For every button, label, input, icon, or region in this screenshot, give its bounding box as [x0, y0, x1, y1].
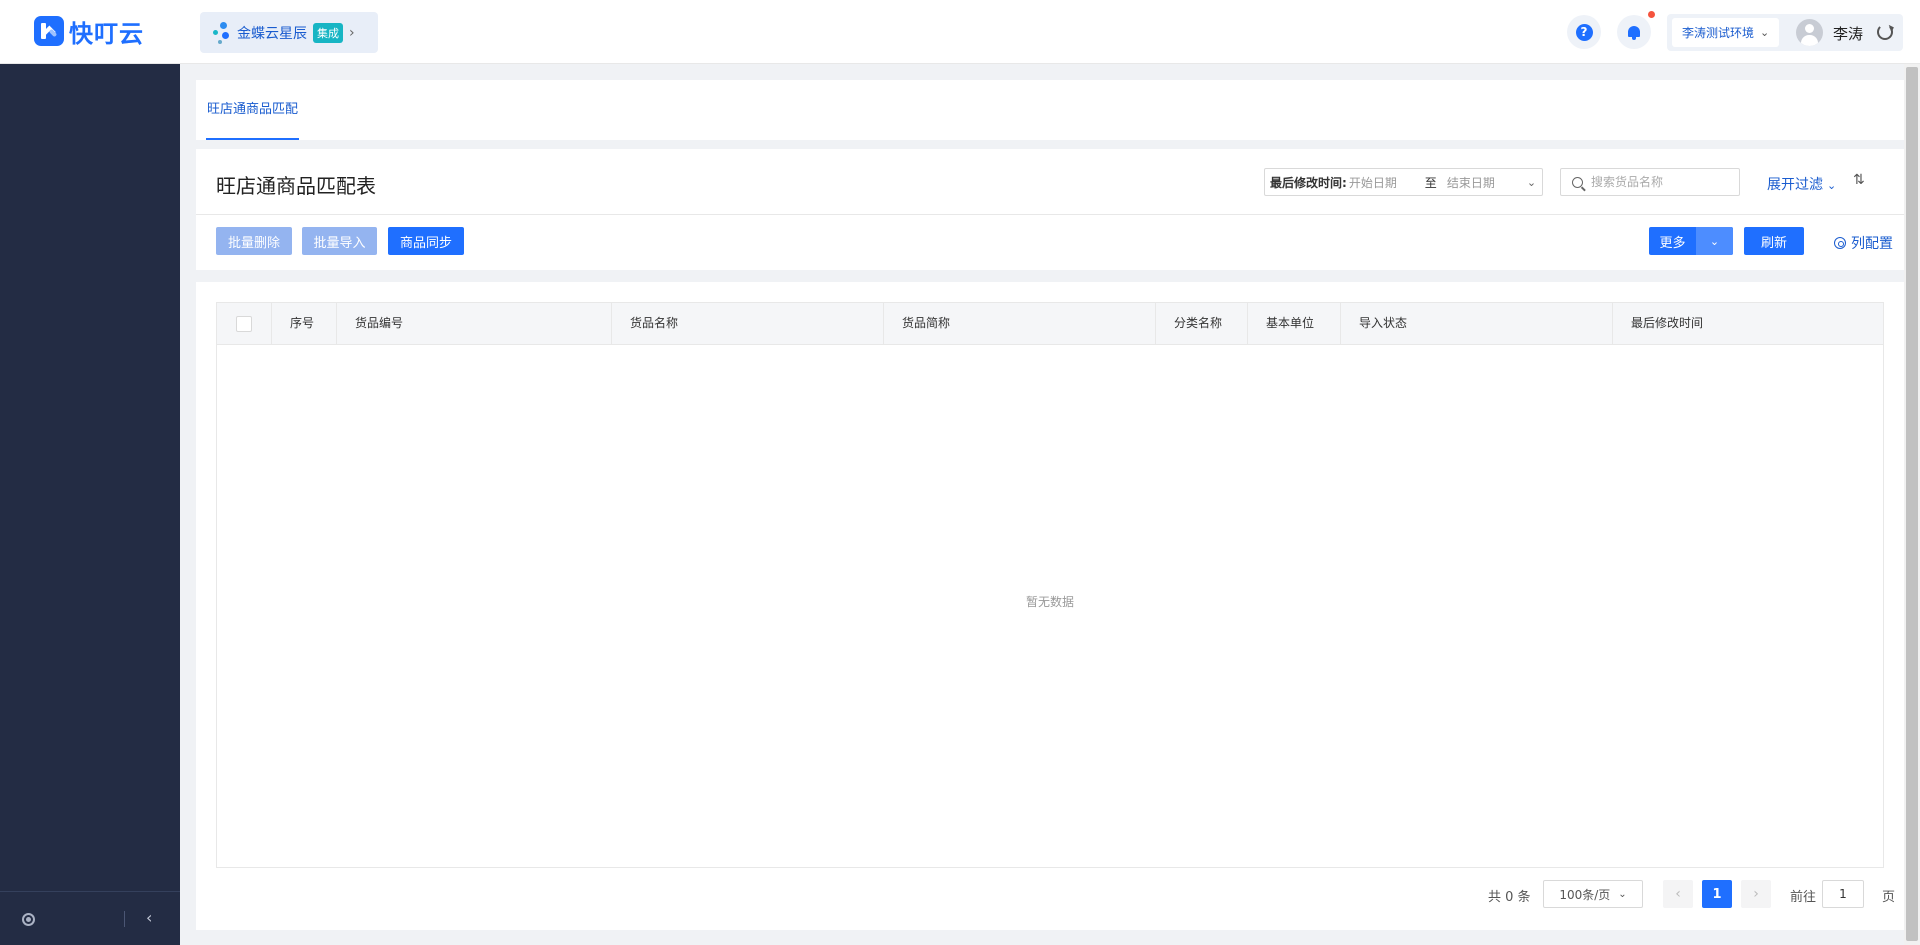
date-separator: 至 — [1424, 175, 1437, 190]
panel-gap — [196, 270, 1904, 282]
next-page-button[interactable]: › — [1741, 880, 1771, 908]
column-config-button[interactable]: 列配置 — [1834, 233, 1893, 253]
chevron-down-icon: ⌄ — [1526, 175, 1537, 189]
total-count: 共 0 条 — [1488, 890, 1531, 905]
end-date-field[interactable]: 结束日期 — [1447, 174, 1527, 191]
top-header: 快叮云 金蝶云星辰 集成 › ? 李涛测试环境 ⌄ 李涛 — [0, 0, 1920, 64]
date-range-picker[interactable]: 最后修改时间: 开始日期 至 结束日期 ⌄ — [1264, 168, 1543, 196]
page-size-select[interactable]: 100条/页 ⌄ — [1543, 880, 1643, 908]
app-logo-icon — [213, 21, 231, 44]
environment-label: 李涛测试环境 — [1682, 26, 1755, 40]
tab-bar: 旺店通商品匹配 — [196, 80, 1904, 140]
column-header[interactable]: 导入状态 — [1341, 303, 1613, 344]
chevron-down-icon: ⌄ — [1827, 179, 1837, 192]
help-button[interactable]: ? — [1567, 15, 1601, 49]
refresh-icon[interactable] — [1877, 24, 1893, 40]
column-header[interactable]: 基本单位 — [1248, 303, 1341, 344]
data-table: 序号 货品编号 货品名称 货品简称 分类名称 基本单位 导入状态 最后修改时间 … — [216, 302, 1884, 868]
tab-product-match[interactable]: 旺店通商品匹配 — [206, 80, 300, 140]
column-header[interactable]: 分类名称 — [1156, 303, 1248, 344]
column-header[interactable]: 货品名称 — [612, 303, 884, 344]
scrollbar-thumb[interactable] — [1906, 67, 1918, 941]
batch-import-button[interactable]: 批量导入 — [302, 227, 377, 255]
column-header[interactable]: 最后修改时间 — [1613, 303, 1883, 344]
prev-page-button[interactable]: ‹ — [1663, 880, 1693, 908]
toolbar: 批量删除 批量导入 商品同步 更多 ⌄ 刷新 列配置 — [196, 216, 1904, 270]
column-header[interactable]: 货品编号 — [337, 303, 612, 344]
more-label: 更多 — [1659, 235, 1686, 251]
column-header[interactable]: 货品简称 — [884, 303, 1156, 344]
table-header: 序号 货品编号 货品名称 货品简称 分类名称 基本单位 导入状态 最后修改时间 — [217, 303, 1883, 345]
app-switcher[interactable]: 金蝶云星辰 集成 › — [200, 12, 378, 53]
current-page-button[interactable]: 1 — [1702, 880, 1732, 908]
gear-icon — [1834, 237, 1846, 249]
start-date-field[interactable]: 开始日期 — [1349, 174, 1417, 191]
panel-header: 旺店通商品匹配表 最后修改时间: 开始日期 至 结束日期 ⌄ 展开过滤 ⌄ ⇅ — [196, 149, 1904, 215]
avatar[interactable] — [1796, 19, 1823, 46]
empty-state-text: 暂无数据 — [1025, 595, 1074, 609]
chevron-down-icon[interactable]: ⌄ — [1696, 227, 1733, 255]
sync-goods-button[interactable]: 商品同步 — [388, 227, 464, 255]
logo-text: 快叮云 — [69, 19, 144, 48]
expand-filter-button[interactable]: 展开过滤 ⌄ — [1767, 174, 1836, 194]
date-filter-label: 最后修改时间: — [1270, 175, 1347, 190]
column-config-label: 列配置 — [1851, 236, 1893, 252]
page-unit-label: 页 — [1882, 890, 1896, 905]
refresh-button[interactable]: 刷新 — [1744, 227, 1804, 255]
bell-icon — [1627, 25, 1641, 40]
goto-page-input[interactable]: 1 — [1822, 880, 1864, 908]
help-icon: ? — [1575, 23, 1593, 41]
chevron-down-icon: ⌄ — [1760, 26, 1770, 39]
sidebar: ‹ — [0, 64, 180, 945]
column-header[interactable]: 序号 — [272, 303, 337, 344]
select-all-cell — [217, 303, 272, 344]
batch-delete-button[interactable]: 批量删除 — [216, 227, 292, 255]
gear-icon[interactable] — [22, 913, 35, 926]
divider — [124, 911, 125, 927]
logo[interactable]: 快叮云 — [34, 16, 144, 48]
page-size-value: 100条/页 — [1559, 887, 1611, 902]
select-all-checkbox[interactable] — [236, 316, 252, 332]
app-name: 金蝶云星辰 — [237, 25, 307, 42]
notification-dot — [1648, 11, 1655, 18]
collapse-sidebar-icon[interactable]: ‹ — [146, 908, 152, 927]
logo-icon — [34, 16, 64, 46]
chevron-down-icon: ⌄ — [1618, 888, 1627, 900]
search-icon — [1572, 176, 1583, 188]
app-badge: 集成 — [313, 22, 343, 43]
expand-filter-label: 展开过滤 — [1767, 177, 1823, 193]
more-button[interactable]: 更多 ⌄ — [1649, 227, 1733, 255]
sidebar-footer: ‹ — [0, 891, 180, 945]
chevron-right-icon: › — [349, 24, 355, 41]
user-area: 李涛测试环境 ⌄ 李涛 — [1667, 14, 1903, 51]
page-scrollbar[interactable] — [1904, 64, 1920, 945]
pagination: 共 0 条 100条/页 ⌄ ‹ 1 › 前往 1 页 — [196, 879, 1904, 909]
page-title: 旺店通商品匹配表 — [216, 174, 376, 198]
search-input[interactable] — [1591, 175, 1731, 189]
user-name[interactable]: 李涛 — [1833, 23, 1863, 44]
search-box[interactable] — [1560, 168, 1740, 196]
notification-button[interactable] — [1617, 15, 1651, 49]
environment-select[interactable]: 李涛测试环境 ⌄ — [1672, 18, 1780, 47]
sort-icon[interactable]: ⇅ — [1853, 172, 1865, 188]
goto-label: 前往 — [1790, 890, 1817, 905]
main-panel: 旺店通商品匹配表 最后修改时间: 开始日期 至 结束日期 ⌄ 展开过滤 ⌄ ⇅ 批… — [196, 149, 1904, 930]
